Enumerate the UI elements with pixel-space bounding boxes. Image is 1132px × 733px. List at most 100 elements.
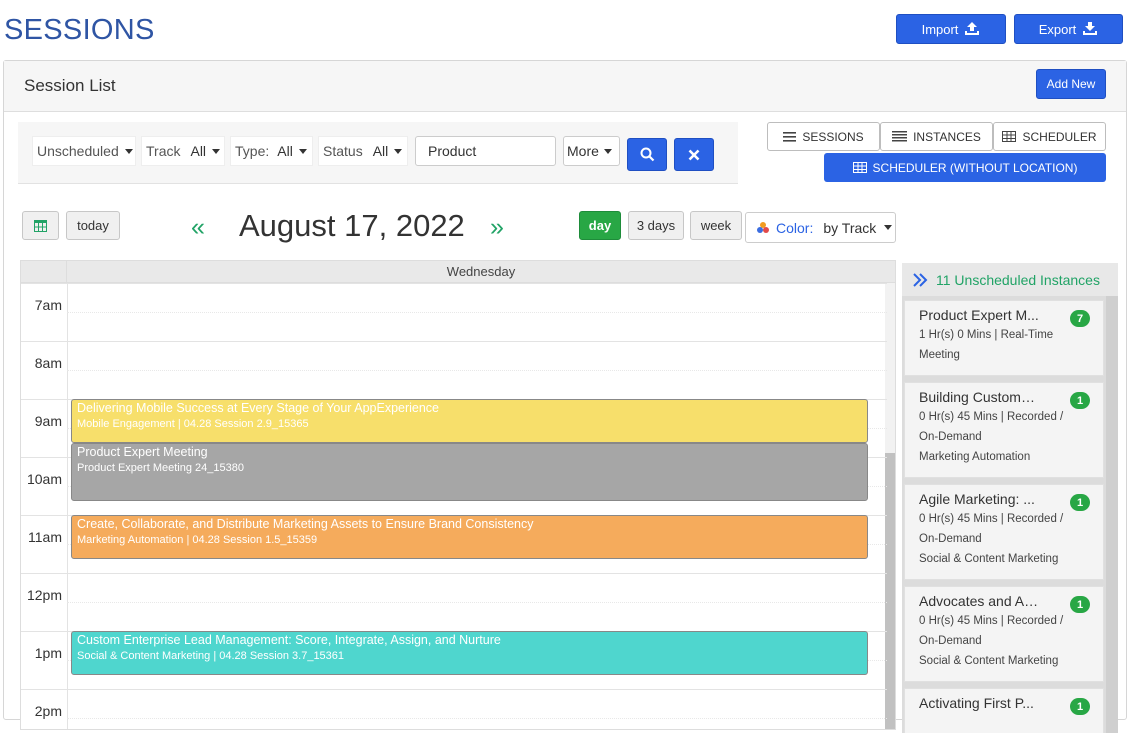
- unscheduled-scrollbar[interactable]: [1106, 296, 1118, 733]
- unscheduled-header[interactable]: 11 Unscheduled Instances: [902, 263, 1118, 296]
- instance-count-badge: 1: [1070, 494, 1090, 511]
- unscheduled-item-detail: 1 Hr(s) 0 Mins | Real-Time: [919, 329, 1054, 341]
- unscheduled-item-detail: On-Demand: [919, 533, 982, 545]
- unscheduled-item-detail: On-Demand: [919, 431, 982, 443]
- tab-instances-label: INSTANCES: [913, 129, 981, 144]
- view-day-button[interactable]: day: [579, 211, 621, 240]
- unscheduled-item[interactable]: Advocates and Ag... 1 0 Hr(s) 45 Mins | Re…: [904, 586, 1104, 682]
- search-button[interactable]: [627, 138, 667, 171]
- filter-bar: Unscheduled Track All Type: All Status A…: [18, 122, 738, 184]
- calendar-grid: Wednesday 7am 8am 9am 10am 11am 12pm 1pm 2pm Del…: [20, 260, 896, 730]
- unscheduled-item-detail: Social & Content Marketing: [919, 655, 1059, 667]
- search-input[interactable]: [415, 136, 556, 166]
- color-by-dropdown[interactable]: Color: by Track: [745, 212, 896, 243]
- type-filter-label: Type:: [235, 143, 270, 159]
- hour-gridline: [21, 341, 887, 342]
- tab-scheduler[interactable]: SCHEDULER: [993, 122, 1106, 151]
- status-filter-value: All: [372, 143, 389, 159]
- calendar-event[interactable]: Delivering Mobile Success at Every Stage…: [71, 399, 868, 443]
- time-label: 8am: [34, 355, 62, 371]
- half-hour-gridline: [67, 312, 887, 313]
- add-new-button[interactable]: Add New: [1036, 69, 1106, 99]
- table-icon: [1002, 131, 1017, 142]
- unscheduled-item-detail: Meeting: [919, 349, 960, 361]
- clear-filters-button[interactable]: [674, 138, 714, 171]
- event-subtitle: Mobile Engagement | 04.28 Session 2.9_15…: [77, 418, 309, 430]
- unscheduled-item-detail: On-Demand: [919, 635, 982, 647]
- track-filter-value: All: [190, 143, 207, 159]
- calendar-event[interactable]: Create, Collaborate, and Distribute Mark…: [71, 515, 868, 559]
- event-subtitle: Product Expert Meeting 24_15380: [77, 462, 244, 474]
- unscheduled-item[interactable]: Building Custome... 1 0 Hr(s) 45 Mins | Re…: [904, 382, 1104, 478]
- caret-down-icon: [298, 148, 307, 154]
- caret-down-icon: [394, 148, 403, 154]
- unscheduled-item-detail: 0 Hr(s) 45 Mins | Recorded /: [919, 411, 1064, 423]
- color-by-value: by Track: [823, 219, 877, 236]
- unscheduled-item[interactable]: Agile Marketing: ... 1 0 Hr(s) 45 Mins | R…: [904, 484, 1104, 580]
- scheduled-filter-dropdown[interactable]: Unscheduled: [32, 136, 136, 166]
- session-list-panel: Session List Add New Unscheduled Track A…: [3, 60, 1127, 733]
- tab-scheduler-label: SCHEDULER: [1022, 129, 1097, 144]
- view-week-button[interactable]: week: [690, 211, 742, 240]
- next-date-button[interactable]: »: [490, 213, 504, 242]
- unscheduled-item-detail: Social & Content Marketing: [919, 553, 1059, 565]
- track-filter-dropdown[interactable]: Track All: [141, 136, 225, 166]
- event-title: Product Expert Meeting: [77, 445, 208, 459]
- calendar-event[interactable]: Product Expert Meeting Product Expert Mee…: [71, 443, 868, 501]
- unscheduled-panel: 11 Unscheduled Instances Product Expert …: [902, 263, 1118, 733]
- tab-instances[interactable]: INSTANCES: [880, 122, 993, 151]
- calendar-scrollbar[interactable]: [885, 283, 895, 729]
- half-hour-gridline: [67, 370, 887, 371]
- close-icon: [688, 149, 700, 160]
- unscheduled-item[interactable]: Product Expert M... 7 1 Hr(s) 0 Mins | Rea…: [904, 300, 1104, 376]
- type-filter-dropdown[interactable]: Type: All: [230, 136, 313, 166]
- hour-gridline: [21, 573, 887, 574]
- unscheduled-item-title: Agile Marketing: ...: [919, 491, 1035, 507]
- tab-sessions[interactable]: SESSIONS: [767, 122, 880, 151]
- list-icon: [892, 131, 908, 142]
- search-icon: [640, 147, 654, 162]
- unscheduled-item-title: Advocates and Ag...: [919, 593, 1039, 609]
- download-icon: [1083, 22, 1098, 35]
- panel-title: Session List: [24, 76, 116, 95]
- status-filter-dropdown[interactable]: Status All: [318, 136, 408, 166]
- type-filter-value: All: [277, 143, 293, 159]
- event-subtitle: Social & Content Marketing | 04.28 Sessi…: [77, 650, 345, 662]
- caret-down-icon: [603, 148, 612, 154]
- view-3days-button[interactable]: 3 days: [628, 211, 684, 240]
- tab-scheduler-without-location[interactable]: SCHEDULER (WITHOUT LOCATION): [824, 153, 1106, 182]
- import-button[interactable]: Import: [896, 14, 1006, 44]
- panel-header: Session List Add New: [4, 61, 1126, 112]
- export-label: Export: [1038, 21, 1077, 37]
- import-label: Import: [921, 21, 959, 37]
- calendar-icon: [34, 220, 47, 232]
- event-title: Delivering Mobile Success at Every Stage…: [77, 401, 440, 415]
- time-label: 12pm: [26, 587, 62, 603]
- unscheduled-count: 11 Unscheduled Instances: [936, 271, 1100, 288]
- export-button[interactable]: Export: [1014, 14, 1123, 44]
- event-title: Create, Collaborate, and Distribute Mark…: [77, 517, 534, 531]
- caret-down-icon: [884, 225, 893, 230]
- event-subtitle: Marketing Automation | 04.28 Session 1.5…: [77, 534, 318, 546]
- today-button[interactable]: today: [66, 211, 120, 240]
- instance-count-badge: 1: [1070, 392, 1090, 409]
- double-chevron-right-icon: [913, 272, 928, 287]
- caret-down-icon: [124, 148, 133, 154]
- page-title: SESSIONS: [4, 14, 155, 46]
- calendar-header: Wednesday: [21, 261, 895, 283]
- unscheduled-item-detail: 0 Hr(s) 45 Mins | Recorded /: [919, 513, 1064, 525]
- more-filters-dropdown[interactable]: More: [563, 136, 620, 166]
- prev-date-button[interactable]: «: [191, 213, 205, 242]
- calendar-picker-button[interactable]: [22, 211, 59, 240]
- day-header: Wednesday: [446, 264, 516, 279]
- half-hour-gridline: [67, 602, 887, 603]
- upload-icon: [965, 22, 980, 35]
- unscheduled-item-title: Building Custome...: [919, 389, 1039, 405]
- list-icon: [783, 131, 797, 142]
- scheduled-filter-value: Unscheduled: [37, 143, 119, 159]
- calendar-event[interactable]: Custom Enterprise Lead Management: Score…: [71, 631, 868, 675]
- tab-sessions-label: SESSIONS: [802, 129, 864, 144]
- unscheduled-item-title: Product Expert M...: [919, 307, 1039, 323]
- time-label: 11am: [28, 529, 62, 545]
- calendar-body[interactable]: 7am 8am 9am 10am 11am 12pm 1pm 2pm Delivering Mo…: [21, 283, 895, 729]
